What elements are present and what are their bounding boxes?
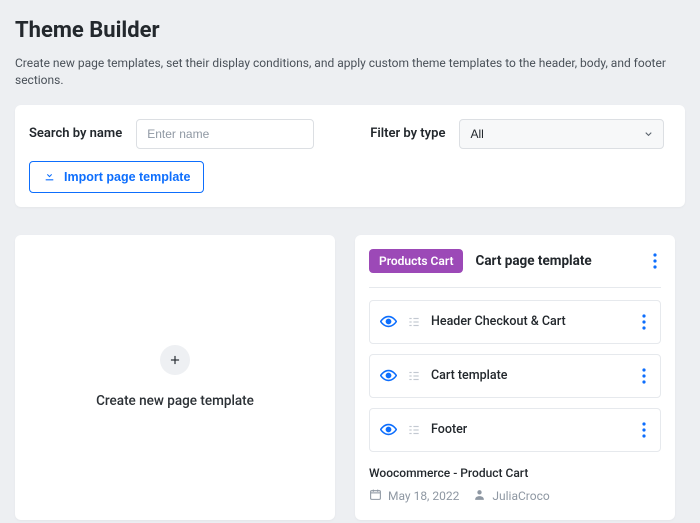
divider <box>369 287 661 288</box>
calendar-icon <box>369 488 382 504</box>
layout-icon <box>407 423 421 437</box>
template-title: Cart page template <box>475 253 591 269</box>
search-label: Search by name <box>29 126 122 141</box>
template-breadcrumb: Woocommerce - Product Cart <box>369 466 661 480</box>
template-part-row[interactable]: Cart template <box>369 354 661 398</box>
import-button-label: Import page template <box>64 170 190 184</box>
template-actions-menu[interactable] <box>649 249 661 273</box>
page-title: Theme Builder <box>15 18 685 43</box>
part-actions-menu[interactable] <box>638 364 650 388</box>
search-input[interactable] <box>136 119 314 149</box>
template-date: May 18, 2022 <box>388 489 459 503</box>
template-part-row[interactable]: Footer <box>369 408 661 452</box>
layout-icon <box>407 315 421 329</box>
eye-icon <box>380 421 397 438</box>
user-icon <box>473 488 486 504</box>
eye-icon <box>380 313 397 330</box>
part-name: Footer <box>431 422 467 437</box>
eye-icon <box>380 367 397 384</box>
filter-type-select[interactable]: All <box>459 119 664 149</box>
download-icon <box>43 169 56 185</box>
template-author: JuliaCroco <box>492 489 549 503</box>
part-actions-menu[interactable] <box>638 310 650 334</box>
filter-panel: Search by name Filter by type All Import… <box>15 105 685 207</box>
part-name: Cart template <box>431 368 507 383</box>
create-page-template-tile[interactable]: Create new page template <box>15 235 335 520</box>
create-tile-label: Create new page template <box>96 393 254 409</box>
template-parts-list: Header Checkout & Cart Cart template <box>369 300 661 452</box>
layout-icon <box>407 369 421 383</box>
template-badge: Products Cart <box>369 249 463 273</box>
template-part-row[interactable]: Header Checkout & Cart <box>369 300 661 344</box>
import-page-template-button[interactable]: Import page template <box>29 161 204 193</box>
part-name: Header Checkout & Cart <box>431 314 566 329</box>
plus-icon <box>160 345 190 375</box>
filter-type-label: Filter by type <box>370 126 445 141</box>
part-actions-menu[interactable] <box>638 418 650 442</box>
template-card: Products Cart Cart page template Header … <box>355 235 675 520</box>
page-description: Create new page templates, set their dis… <box>15 55 685 89</box>
